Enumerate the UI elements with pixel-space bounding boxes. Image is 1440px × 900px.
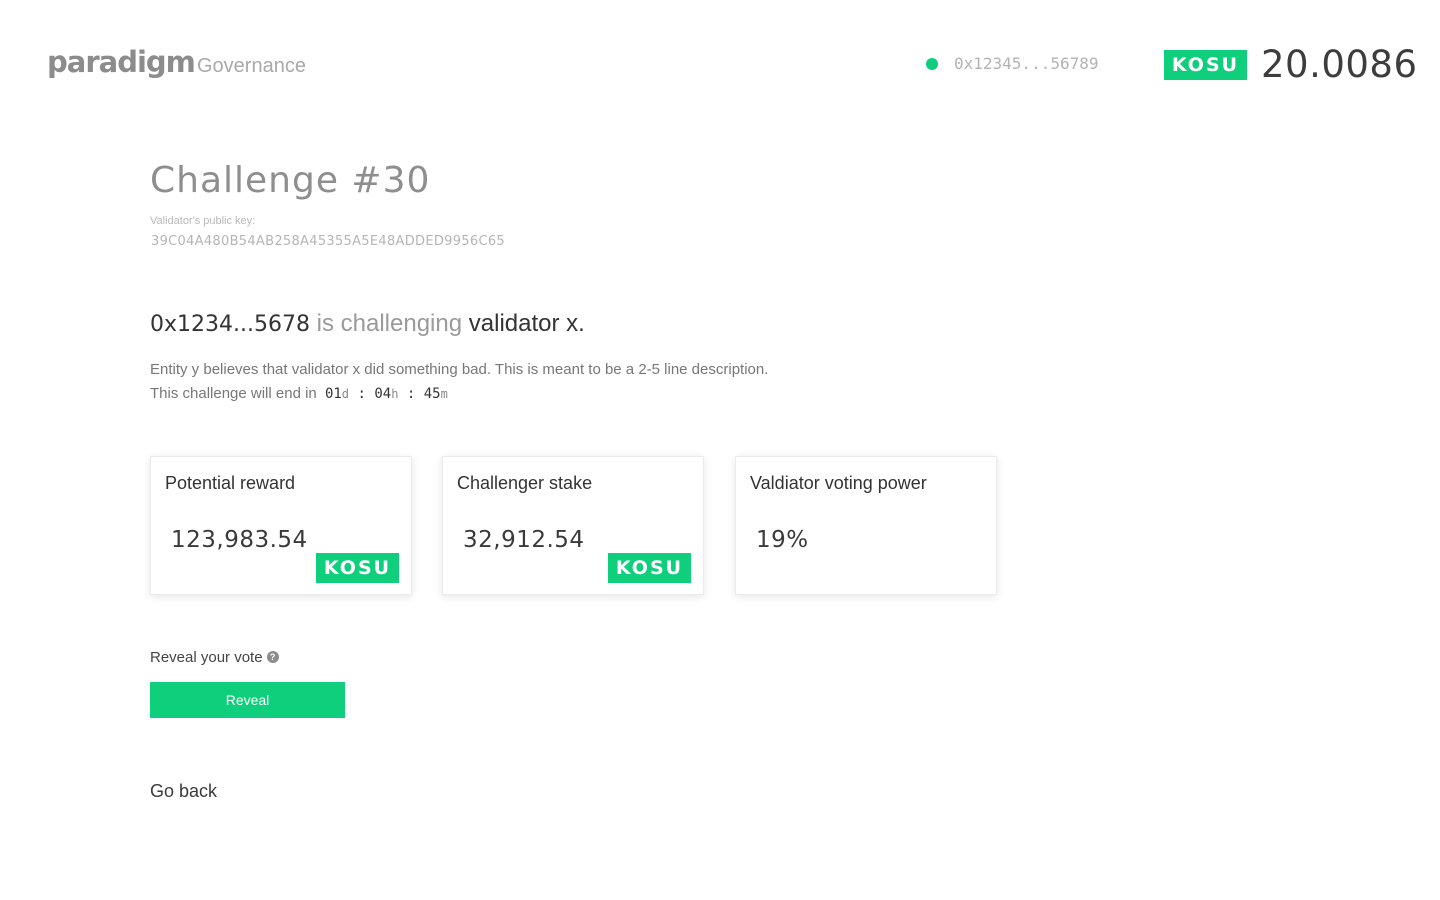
card-value: 123,983.54 [171,527,308,553]
potential-reward-card: Potential reward 123,983.54 KOSU [150,456,412,595]
question-circle-icon[interactable]: ? [266,651,279,664]
challenge-action-text: is challenging [316,310,463,337]
challenge-description-block: Entity y believes that validator x did s… [150,358,768,406]
countdown-days: 01 [324,386,342,402]
countdown-minutes-unit: m [440,387,448,401]
challenge-description: Entity y believes that validator x did s… [150,361,769,378]
countdown-minutes: 45 [423,386,441,402]
challenge-target: validator x. [468,310,585,337]
connection-status-dot-icon [926,58,938,70]
challenge-headline: 0x1234...5678 is challenging validator x… [150,308,585,341]
card-label: Potential reward [165,473,296,493]
challenge-end-prefix: This challenge will end in [150,385,317,402]
card-value: 19% [756,527,809,553]
challenger-address: 0x1234...5678 [150,312,310,337]
public-key-value: 39C04A480B54AB258A45355A5E48ADDED9956C65 [151,234,505,249]
wallet-address[interactable]: 0x12345...56789 [954,53,1099,75]
kosu-token-badge: KOSU [1164,50,1247,80]
card-label: Valdiator voting power [750,473,927,493]
public-key-label: Validator's public key: [150,215,256,227]
card-label: Challenger stake [457,473,593,493]
paradigm-logo[interactable]: paradigm [47,44,196,80]
go-back-link[interactable]: Go back [150,778,217,804]
reveal-button[interactable]: Reveal [150,682,345,718]
kosu-token-badge: KOSU [608,553,691,583]
app-subtitle: Governance [197,55,306,77]
token-balance: 20.0086 [1261,43,1418,86]
page-title: Challenge #30 [150,160,431,201]
kosu-token-badge: KOSU [316,553,399,583]
countdown-hours-unit: h [391,387,399,401]
top-header: paradigm Governance 0x12345...56789 KOSU… [0,0,1440,120]
validator-voting-power-card: Valdiator voting power 19% [735,456,997,595]
challenger-stake-card: Challenger stake 32,912.54 KOSU [442,456,704,595]
reveal-vote-label: Reveal your vote? [150,647,279,669]
reveal-vote-label-text: Reveal your vote [150,649,263,666]
challenge-end-line: This challenge will end in 01d : 04h : 4… [150,382,768,406]
card-value: 32,912.54 [463,527,585,553]
countdown-hours: 04 [374,386,392,402]
countdown-timer: 01d : 04h : 45m [324,386,448,402]
countdown-days-unit: d [341,387,350,401]
